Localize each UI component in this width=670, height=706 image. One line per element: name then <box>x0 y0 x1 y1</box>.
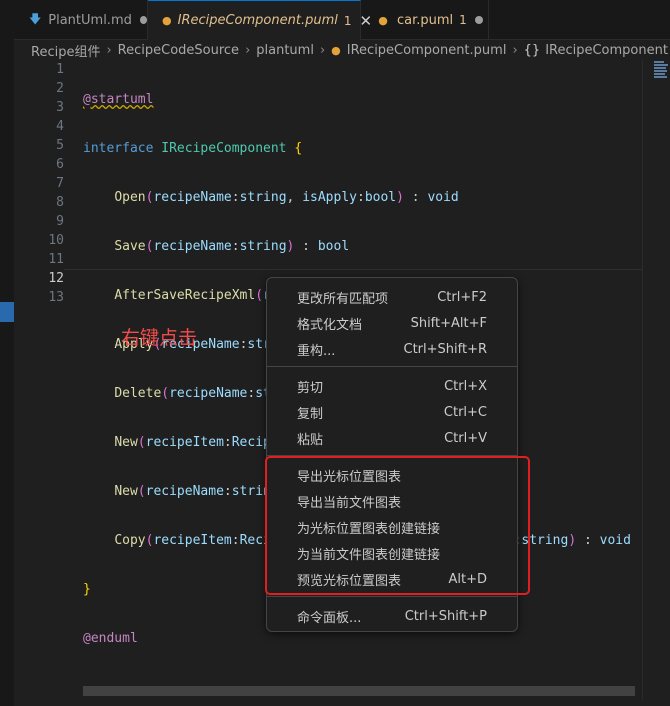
code-line-1[interactable]: @startuml <box>83 90 643 109</box>
breadcrumb-item[interactable]: plantuml <box>256 43 314 58</box>
code-line-3[interactable]: Open(recipeName:string, isApply:bool) : … <box>83 188 643 207</box>
line-number: 10 <box>48 233 64 248</box>
tab-plantuml-md[interactable]: 🡇 PlantUml.md <box>14 0 148 40</box>
breadcrumb-item[interactable]: IRecipeComponent.puml <box>347 43 507 58</box>
vertical-scrollbar-track[interactable] <box>642 60 643 700</box>
chevron-right-icon: › <box>106 42 112 58</box>
unsaved-dot-icon[interactable] <box>474 16 483 24</box>
tab-label: car.puml <box>397 12 454 28</box>
line-number: 6 <box>56 157 64 172</box>
tab-car-puml[interactable]: ● car.puml 1 <box>361 0 489 40</box>
tab-label: PlantUml.md <box>48 12 132 28</box>
puml-file-icon: ● <box>378 13 388 27</box>
menu-item-paste[interactable]: 粘贴 Ctrl+V <box>271 425 513 451</box>
line-number: 1 <box>56 62 64 77</box>
markdown-down-arrow-icon: 🡇 <box>28 11 42 26</box>
line-number: 9 <box>56 214 64 229</box>
breadcrumb: Recipe组件 › RecipeCodeSource › plantuml ›… <box>14 40 670 60</box>
chevron-right-icon: › <box>512 42 518 58</box>
unsaved-dot-icon[interactable] <box>139 16 147 24</box>
menu-item-refactor[interactable]: 重构... Ctrl+Shift+R <box>271 336 513 362</box>
minimap[interactable] <box>652 60 670 86</box>
breadcrumb-item[interactable]: IRecipeComponent <box>545 43 668 58</box>
puml-file-icon: ● <box>331 43 341 57</box>
activity-bar <box>0 0 14 706</box>
puml-file-icon: ● <box>162 14 172 27</box>
line-number: 13 <box>48 290 64 305</box>
line-number-gutter: 1 2 3 4 5 6 7 8 9 10 11 12 13 <box>14 60 64 307</box>
breadcrumb-item[interactable]: Recipe组件 <box>31 41 100 60</box>
line-number: 8 <box>56 195 64 210</box>
line-number-active: 12 <box>48 271 64 286</box>
plantuml-menu-highlight-box <box>265 456 530 595</box>
horizontal-scrollbar[interactable] <box>83 686 635 696</box>
menu-separator <box>267 366 517 367</box>
code-line-2[interactable]: interface IRecipeComponent { <box>83 139 643 158</box>
menu-item-change-all-occurrences[interactable]: 更改所有匹配项 Ctrl+F2 <box>271 284 513 310</box>
tab-label: IRecipeComponent.puml <box>177 13 338 28</box>
line-number: 7 <box>56 176 64 191</box>
braces-icon: {} <box>523 42 541 58</box>
menu-separator <box>267 596 517 597</box>
code-line-4[interactable]: Save(recipeName:string) : bool <box>83 237 643 256</box>
line-number: 3 <box>56 100 64 115</box>
tab-irecipecomponent-puml[interactable]: ● IRecipeComponent.puml 1 ✕ <box>148 0 372 40</box>
menu-item-copy[interactable]: 复制 Ctrl+C <box>271 399 513 425</box>
activity-active-indicator[interactable] <box>0 302 14 322</box>
line-number: 11 <box>48 252 64 267</box>
problem-count-badge: 1 <box>459 13 467 27</box>
menu-item-command-palette[interactable]: 命令面板... Ctrl+Shift+P <box>271 603 513 629</box>
menu-item-cut[interactable]: 剪切 Ctrl+X <box>271 373 513 399</box>
line-number: 5 <box>56 138 64 153</box>
problem-count-badge: 1 <box>343 13 352 28</box>
breadcrumb-item[interactable]: RecipeCodeSource <box>118 43 239 58</box>
menu-item-format-document[interactable]: 格式化文档 Shift+Alt+F <box>271 310 513 336</box>
chevron-right-icon: › <box>319 42 326 58</box>
chevron-right-icon: › <box>245 42 251 58</box>
tab-bar: 🡇 PlantUml.md ● IRecipeComponent.puml 1 … <box>14 0 670 40</box>
right-click-annotation: 右键点击 <box>121 327 198 349</box>
line-number: 2 <box>56 81 64 96</box>
line-number: 4 <box>56 119 64 134</box>
